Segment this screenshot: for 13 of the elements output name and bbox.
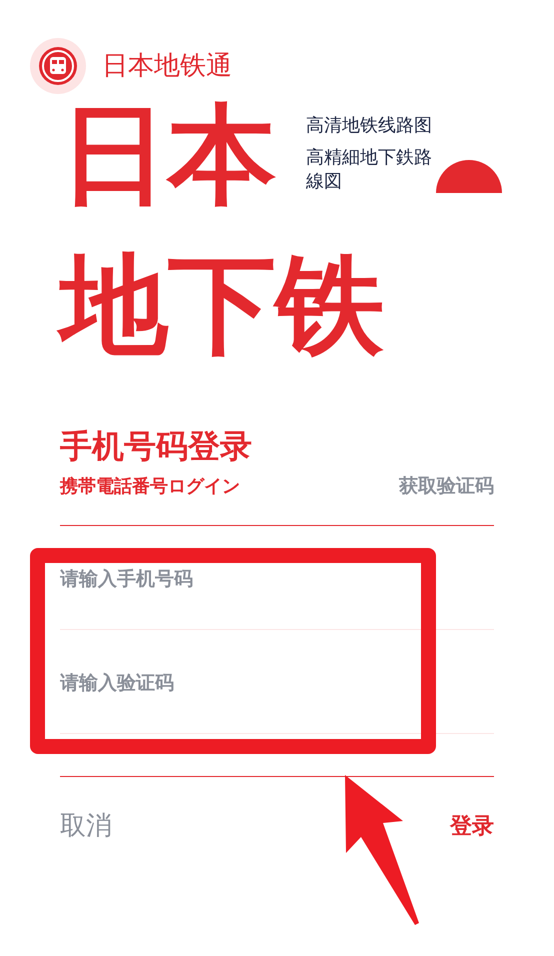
tagline: 高清地铁线路图 [306, 114, 433, 138]
login-subtitle: 携帯電話番号ログイン [60, 474, 240, 499]
hero-title: 日本 [60, 96, 276, 216]
app-name: 日本地铁通 [102, 53, 232, 79]
arrow-icon [343, 775, 421, 927]
cancel-button[interactable]: 取消 [60, 806, 112, 846]
login-title: 手机号码登录 [60, 426, 253, 466]
input-field[interactable]: 请输入验证码 [60, 630, 494, 734]
tagline: 高精細地下鉄路線図 [306, 146, 433, 194]
login-button[interactable]: 登录 [450, 810, 494, 842]
train-logo-icon [30, 38, 86, 94]
input-field[interactable]: 请输入手机号码 [60, 526, 494, 630]
get-code-button[interactable]: 获取验证码 [399, 472, 494, 500]
